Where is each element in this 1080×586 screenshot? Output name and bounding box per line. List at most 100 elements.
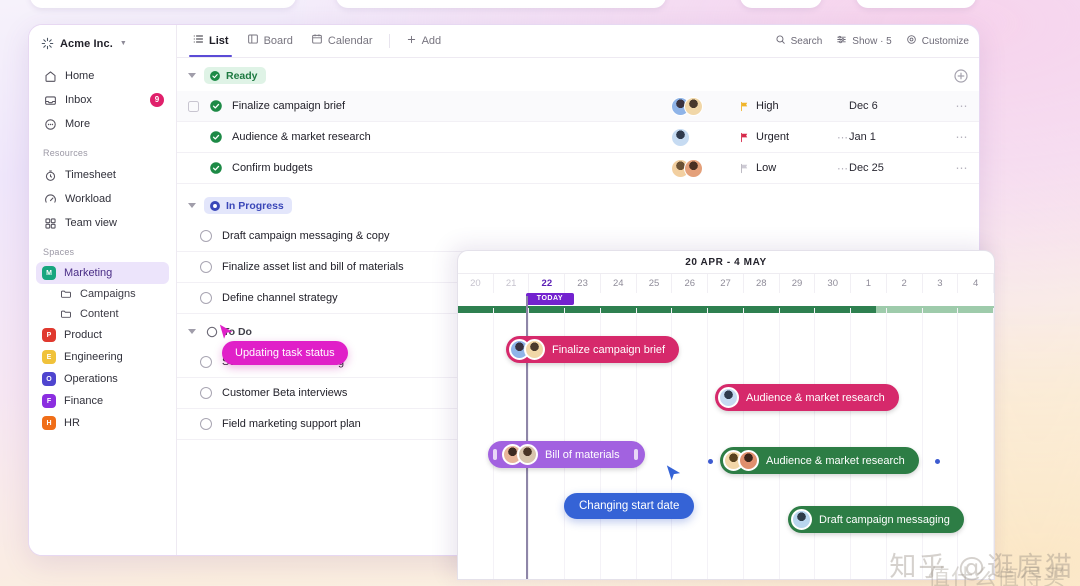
gantt-day[interactable]: 22 [529,274,566,293]
priority-cell[interactable]: High [739,100,849,112]
table-row[interactable]: Finalize campaign brief High Dec 6 ⋯ [177,91,979,122]
search-button[interactable]: Search [775,34,822,48]
sidebar-item-operations[interactable]: O Operations [36,368,169,390]
sidebar-item-content[interactable]: Content [29,304,176,324]
show-button[interactable]: Show · 5 [836,34,892,48]
gantt-bar-audience-market-research-2[interactable]: Audience & market research [720,447,919,474]
gantt-day[interactable]: 4 [958,274,994,293]
assignee-avatars[interactable] [665,127,739,147]
status-open-icon[interactable] [200,387,212,399]
table-row[interactable]: Confirm budgets Low ⋯ Dec 25 ⋯ [177,153,979,184]
status-badge-in-progress: In Progress [204,197,292,214]
sidebar-item-workload[interactable]: Workload [29,187,176,211]
group-header-in-progress[interactable]: In Progress [177,184,979,221]
customize-button[interactable]: Customize [906,34,969,48]
add-view-button[interactable]: Add [397,27,451,56]
search-icon [775,34,786,48]
gantt-day[interactable]: 24 [601,274,637,293]
chevron-down-icon[interactable] [188,203,196,208]
gantt-day[interactable]: 29 [780,274,816,293]
status-complete-icon[interactable] [209,130,223,144]
sidebar-item-more[interactable]: More [29,112,176,136]
chevron-down-icon[interactable] [188,73,196,78]
priority-cell[interactable]: Low ⋯ [739,162,849,175]
due-date[interactable]: Jan 1 [849,131,945,143]
due-date[interactable]: Dec 25 [849,162,945,174]
gantt-day[interactable]: 2 [887,274,923,293]
row-checkbox[interactable] [188,163,199,174]
gantt-day[interactable]: 3 [923,274,959,293]
gantt-day[interactable]: 23 [565,274,601,293]
sidebar-item-hr[interactable]: H HR [36,412,169,434]
status-open-icon[interactable] [200,418,212,430]
gantt-day[interactable]: 27 [708,274,744,293]
gantt-day[interactable]: 25 [637,274,673,293]
row-menu-button[interactable]: ⋯ [945,99,979,113]
dependency-dot-right[interactable] [935,459,940,464]
status-open-icon[interactable] [200,261,212,273]
row-menu-button[interactable]: ⋯ [945,130,979,144]
gantt-day[interactable]: 30 [815,274,852,293]
spaces-section-label: Spaces [43,247,75,257]
gantt-bar-finalize-campaign-brief[interactable]: Finalize campaign brief [506,336,680,363]
priority-label: High [756,100,779,112]
gantt-day[interactable]: 21 [494,274,530,293]
add-view-label: Add [421,34,442,47]
sidebar-item-label: Home [65,70,95,82]
assignee-avatars[interactable] [665,96,739,116]
cursor-pointer-pink [218,323,235,347]
dependency-dot-left[interactable] [708,459,713,464]
sidebar-item-marketing[interactable]: M Marketing [36,262,169,284]
sidebar-item-inbox[interactable]: Inbox 9 [29,88,176,112]
priority-overflow: ⋯ [837,162,849,175]
background-card-peek [336,0,666,8]
workspace-switcher[interactable]: Acme Inc. ▼ [29,37,176,64]
resize-handle-right[interactable] [633,449,638,460]
gantt-day[interactable]: 1 [851,274,887,293]
sidebar-item-label: Operations [64,373,118,385]
sidebar-item-label: HR [64,417,80,429]
row-checkbox[interactable] [188,132,199,143]
priority-label: Low [756,162,777,174]
sidebar-item-home[interactable]: Home [29,64,176,88]
sidebar-item-campaigns[interactable]: Campaigns [29,284,176,304]
resize-handle-left[interactable] [493,449,497,460]
filter-icon [836,34,847,48]
home-icon [43,69,57,83]
table-row[interactable]: Audience & market research Urgent ⋯ Jan … [177,122,979,153]
gantt-bar-draft-campaign-messaging[interactable]: Draft campaign messaging [788,506,964,533]
status-open-icon[interactable] [200,292,212,304]
row-checkbox[interactable] [188,100,199,112]
row-menu-button[interactable]: ⋯ [945,161,979,175]
status-complete-icon[interactable] [209,161,223,175]
group-header-ready[interactable]: Ready [177,58,979,91]
tab-list[interactable]: List [183,26,238,57]
gantt-day[interactable]: 20 [458,274,494,293]
flag-icon [741,163,748,173]
gantt-day[interactable]: 26 [672,274,709,293]
chevron-down-icon[interactable] [188,329,196,334]
sidebar-item-label: Timesheet [65,169,116,181]
assignee-avatars[interactable] [665,158,739,178]
sidebar-item-finance[interactable]: F Finance [36,390,169,412]
due-date[interactable]: Dec 6 [849,100,945,112]
sidebar-item-engineering[interactable]: E Engineering [36,346,169,368]
tab-board[interactable]: Board [238,26,302,56]
status-open-icon[interactable] [200,356,212,368]
priority-label: Urgent [756,131,790,143]
gantt-bar-audience-market-research-1[interactable]: Audience & market research [715,384,899,411]
gantt-bar-bill-of-materials[interactable]: Bill of materials [488,441,645,468]
sidebar-item-timesheet[interactable]: Timesheet [29,163,176,187]
avatar [684,158,703,178]
sidebar-item-product[interactable]: P Product [36,324,169,346]
progress-circle-icon [210,200,220,211]
table-row[interactable]: Draft campaign messaging & copy [177,221,979,252]
sidebar-item-label: Campaigns [80,288,136,300]
add-task-button[interactable] [953,68,969,84]
gantt-day[interactable]: 28 [744,274,780,293]
sidebar-item-team-view[interactable]: Team view [29,211,176,235]
tab-calendar[interactable]: Calendar [302,26,382,56]
status-open-icon[interactable] [200,230,212,242]
priority-cell[interactable]: Urgent ⋯ [739,131,849,144]
status-complete-icon[interactable] [209,99,223,113]
